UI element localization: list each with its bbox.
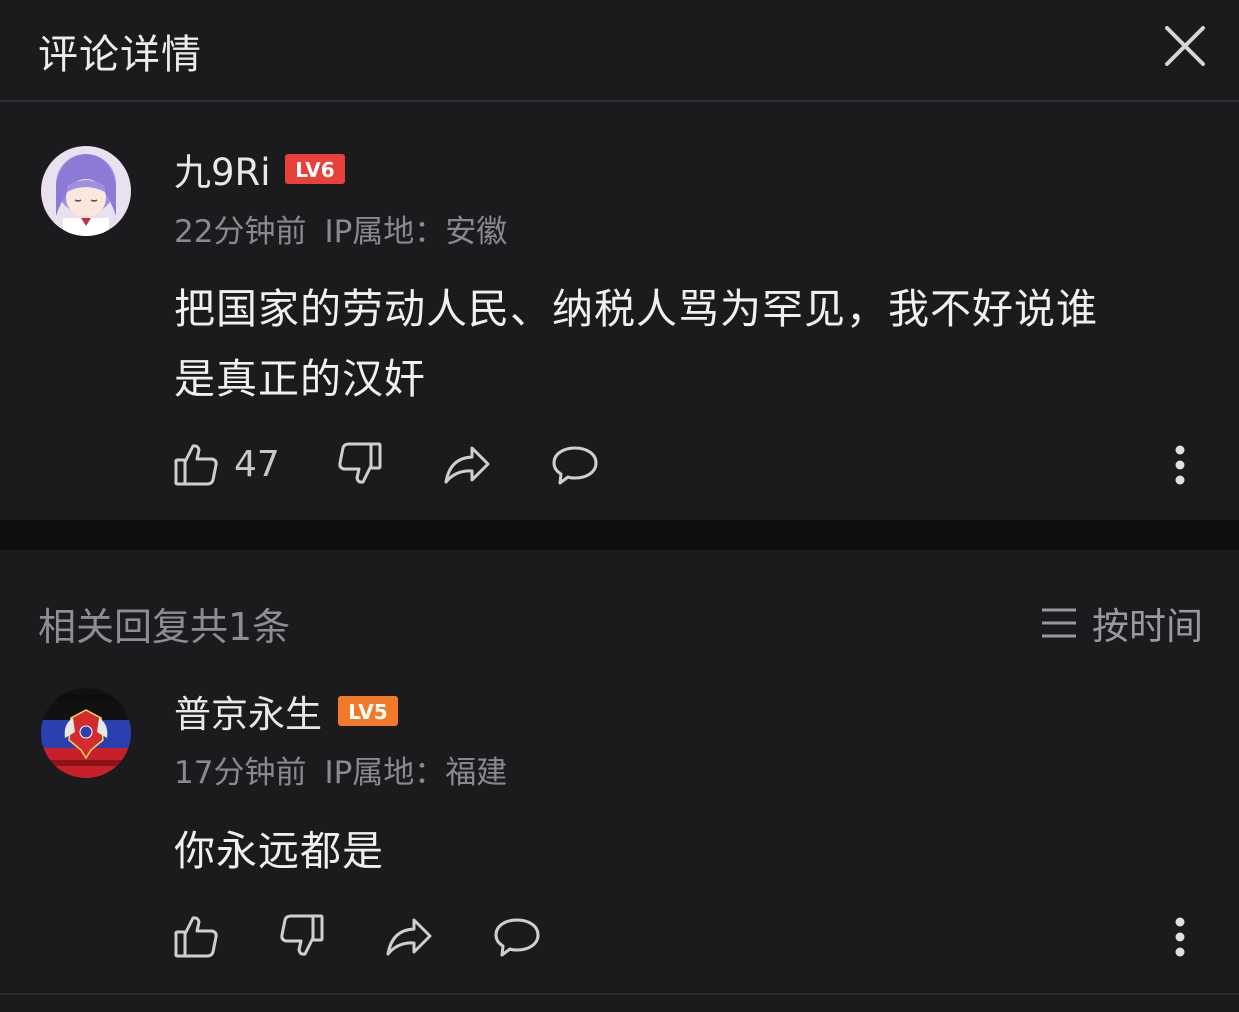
comment-time: 17分钟前 xyxy=(174,755,307,791)
ip-location: IP属地：福建 xyxy=(324,755,508,791)
share-button[interactable] xyxy=(384,912,434,960)
comment-bubble-icon xyxy=(552,446,598,485)
section-divider xyxy=(0,520,1239,550)
close-icon xyxy=(1165,26,1205,66)
dislike-button[interactable] xyxy=(278,912,326,960)
thumbs-up-icon xyxy=(174,916,218,958)
username-row: 九9Ri LV6 xyxy=(174,142,345,196)
replies-count: 相关回复共1条 xyxy=(38,605,291,649)
reply-button[interactable] xyxy=(550,440,600,488)
comment-content: 把国家的劳动人民、纳税人骂为罕见，我不好说谁 是真正的汉奸 xyxy=(174,274,1184,414)
more-vertical-icon xyxy=(1175,445,1185,485)
anime-avatar-image xyxy=(41,146,131,236)
flag-emblem-avatar-image xyxy=(41,688,131,778)
svg-text:LV5: LV5 xyxy=(348,700,387,724)
comment-actions: 47 xyxy=(172,440,600,488)
comment-actions xyxy=(172,912,542,960)
comment-detail-panel: 评论详情 九9Ri LV6 22分钟前 IP属地：安徽 把国家的劳动人民、纳税人… xyxy=(0,0,1239,1012)
comment-content-line: 是真正的汉奸 xyxy=(174,355,426,403)
like-count: 47 xyxy=(234,443,280,485)
comment-bubble-icon xyxy=(494,918,540,957)
sort-button[interactable]: 按时间 xyxy=(1040,596,1203,650)
thumbs-down-icon xyxy=(338,442,382,484)
header: 评论详情 xyxy=(0,0,1239,102)
share-icon xyxy=(386,918,432,956)
dislike-button[interactable] xyxy=(336,440,384,488)
thumbs-down-icon xyxy=(280,914,324,956)
username[interactable]: 九9Ri xyxy=(174,142,271,196)
share-button[interactable] xyxy=(442,440,492,488)
comment-content-line: 你永远都是 xyxy=(174,827,384,875)
svg-text:LV6: LV6 xyxy=(295,158,334,182)
page-title: 评论详情 xyxy=(38,32,202,78)
reply-button[interactable] xyxy=(492,912,542,960)
ip-location: IP属地：安徽 xyxy=(324,214,508,250)
more-options-button[interactable] xyxy=(1170,442,1190,488)
share-icon xyxy=(444,446,490,484)
more-vertical-icon xyxy=(1175,917,1185,957)
comment-meta: 17分钟前 IP属地：福建 xyxy=(174,747,525,792)
divider xyxy=(0,993,1239,995)
replies-header: 相关回复共1条 按时间 xyxy=(0,550,1239,680)
level-badge-lv6: LV6 xyxy=(284,154,345,184)
comment-meta: 22分钟前 IP属地：安徽 xyxy=(174,206,525,251)
comment-content: 你永远都是 xyxy=(174,816,1184,886)
menu-lines-icon xyxy=(1042,608,1076,638)
more-options-button[interactable] xyxy=(1170,914,1190,960)
like-button[interactable] xyxy=(172,912,220,960)
comment-content-line: 把国家的劳动人民、纳税人骂为罕见，我不好说谁 xyxy=(174,285,1098,333)
avatar[interactable] xyxy=(41,688,131,778)
main-comment: 九9Ri LV6 22分钟前 IP属地：安徽 把国家的劳动人民、纳税人骂为罕见，我… xyxy=(0,104,1239,520)
avatar[interactable] xyxy=(41,146,131,236)
close-button[interactable] xyxy=(1161,22,1209,70)
thumbs-up-icon xyxy=(174,444,218,486)
like-button[interactable]: 47 xyxy=(172,440,280,488)
sort-label: 按时间 xyxy=(1092,605,1203,648)
username[interactable]: 普京永生 xyxy=(174,684,322,738)
level-badge-lv5: LV5 xyxy=(338,696,398,726)
comment-time: 22分钟前 xyxy=(174,214,307,250)
username-row: 普京永生 LV5 xyxy=(174,684,398,738)
